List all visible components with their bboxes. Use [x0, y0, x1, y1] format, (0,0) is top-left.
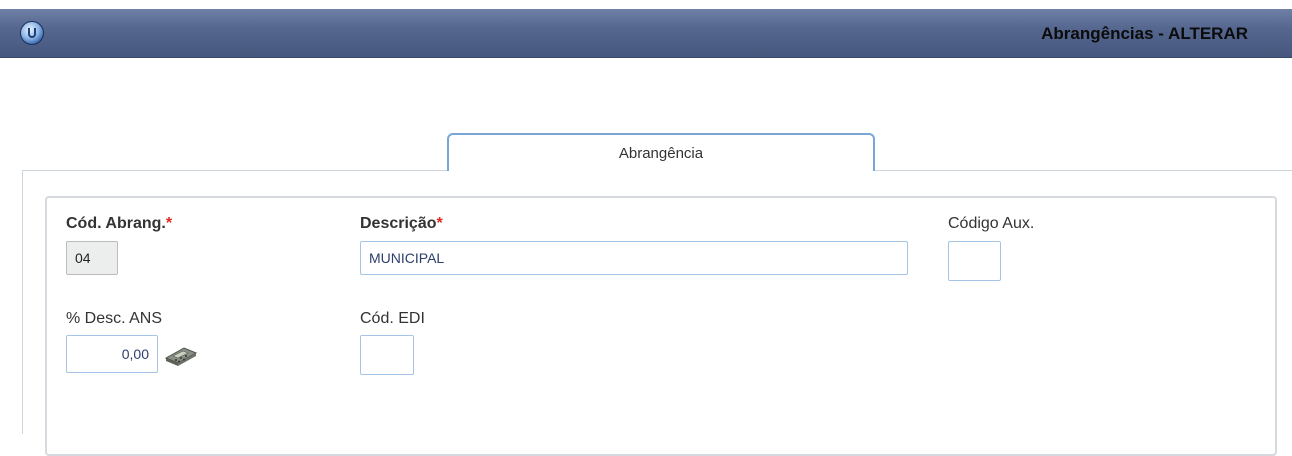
descricao-label: Descrição* — [360, 215, 443, 233]
required-mark: * — [436, 215, 443, 232]
cod-edi-label: Cód. EDI — [360, 310, 425, 327]
cod-abrang-label: Cód. Abrang.* — [66, 215, 172, 233]
desc-ans-field[interactable]: 0,00 — [66, 335, 158, 373]
cod-abrang-field[interactable]: 04 — [66, 241, 118, 275]
frame-left-border — [22, 170, 23, 434]
cod-abrang-label-text: Cód. Abrang. — [66, 215, 166, 232]
calculator-icon[interactable] — [164, 344, 198, 366]
descricao-label-text: Descrição — [360, 215, 437, 232]
descricao-field[interactable]: MUNICIPAL — [360, 241, 908, 275]
window-title: Abrangências - ALTERAR — [1041, 24, 1248, 43]
codigo-aux-field[interactable] — [948, 241, 1001, 281]
window-titlebar: Abrangências - ALTERAR — [0, 9, 1292, 58]
tab-abrangencia[interactable]: Abrangência — [447, 133, 875, 171]
cod-edi-field[interactable] — [360, 335, 414, 375]
desc-ans-label: % Desc. ANS — [66, 310, 163, 327]
app-globe-icon[interactable] — [20, 21, 44, 45]
codigo-aux-label: Código Aux. — [948, 215, 1035, 232]
form-panel — [45, 196, 1277, 456]
required-mark: * — [165, 215, 173, 232]
